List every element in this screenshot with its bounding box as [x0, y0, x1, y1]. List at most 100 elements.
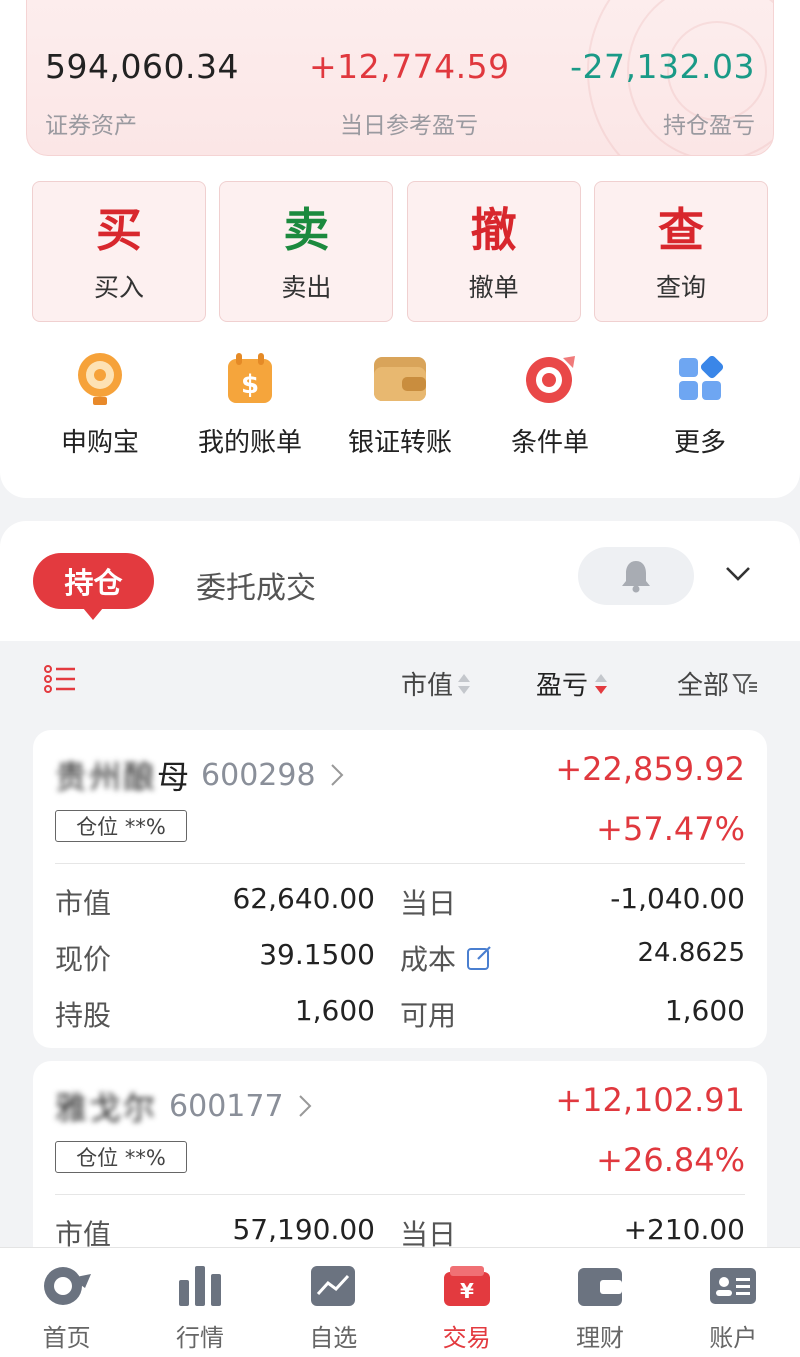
cost-price: 24.8625: [637, 938, 745, 968]
quick-transfer[interactable]: 银证转账: [325, 348, 475, 459]
row-shares: 持股 1,600 可用 1,600: [55, 994, 745, 1034]
chevron-right-icon: [330, 764, 343, 786]
holding-card[interactable]: 贵州酿 母 600298 仓位 **% +22,859.92 +57.47% 市…: [33, 730, 767, 1048]
holding-card[interactable]: 雅戈尔 600177 仓位 **% +12,102.91 +26.84% 市值 …: [33, 1061, 767, 1247]
tab-orders[interactable]: 委托成交: [196, 563, 316, 607]
quick-more-label: 更多: [673, 428, 726, 458]
today-label: 当日: [400, 1218, 457, 1247]
sort-bar: 市值 盈亏 全部: [0, 641, 800, 719]
holding-pl-amount: +12,102.91: [555, 1081, 745, 1119]
query-button[interactable]: 查 查询: [593, 181, 768, 322]
trade-buttons: 买 买入 卖 卖出 撤 撤单 查 查询: [32, 181, 768, 322]
nav-finance-label: 理财: [575, 1324, 624, 1352]
query-label: 查询: [655, 273, 706, 302]
stock-code: 600177: [169, 1088, 284, 1124]
holding-pl-amount: +22,859.92: [555, 750, 745, 788]
top-panel: 594,060.34 证券资产 +12,774.59 当日参考盈亏 -27,13…: [0, 0, 800, 498]
svg-text:$: $: [241, 370, 259, 400]
nav-watchlist[interactable]: 自选: [267, 1248, 400, 1357]
today-label: 当日: [400, 887, 457, 920]
market-value: 62,640.00: [232, 882, 375, 915]
alert-button[interactable]: [578, 547, 694, 605]
sort-arrows-icon: [458, 673, 471, 694]
target-icon: [475, 348, 625, 410]
filter-all[interactable]: 全部: [677, 665, 758, 702]
today-pl: +210.00: [623, 1213, 745, 1246]
holding-name-row[interactable]: 雅戈尔 600177: [55, 1083, 312, 1129]
account-icon: [710, 1268, 757, 1304]
divider: [55, 1194, 745, 1195]
trade-icon: ¥: [443, 1266, 490, 1306]
stock-code: 600298: [201, 757, 316, 793]
list-view-icon[interactable]: [44, 665, 76, 697]
row-market-value: 市值 57,190.00 当日 +210.00: [55, 1213, 745, 1247]
daily-pl-label: 当日参考盈亏: [340, 113, 478, 139]
holding-pl-percent: +26.84%: [596, 1141, 745, 1179]
cancel-glyph: 撤: [470, 203, 517, 257]
quick-more[interactable]: 更多: [625, 348, 775, 459]
available-label: 可用: [400, 999, 457, 1032]
market-value-label: 市值: [55, 1218, 112, 1247]
query-glyph: 查: [657, 203, 704, 257]
sort-pl-label: 盈亏: [536, 671, 589, 701]
market-value: 57,190.00: [232, 1213, 375, 1246]
nav-account-label: 账户: [709, 1324, 758, 1352]
nav-trade[interactable]: ¥ 交易: [400, 1248, 533, 1357]
cost-label-wrap[interactable]: 成本: [400, 938, 492, 978]
price-label: 现价: [55, 943, 112, 976]
nav-market-label: 行情: [175, 1324, 224, 1352]
nav-account[interactable]: 账户: [667, 1248, 800, 1357]
asset-summary-card[interactable]: 594,060.34 证券资产 +12,774.59 当日参考盈亏 -27,13…: [26, 0, 774, 156]
nav-watchlist-label: 自选: [309, 1324, 358, 1352]
quick-condition-order[interactable]: 条件单: [475, 348, 625, 459]
svg-text:¥: ¥: [460, 1279, 474, 1303]
quick-ipo[interactable]: 申购宝: [25, 348, 175, 459]
bottom-nav: 首页 行情 自选 ¥ 交易 理财 账户: [0, 1247, 800, 1357]
cancel-label: 撤单: [468, 273, 519, 302]
sort-pl[interactable]: 盈亏: [536, 665, 610, 702]
edit-icon[interactable]: [466, 945, 492, 971]
nav-home-label: 首页: [42, 1324, 91, 1352]
sell-button[interactable]: 卖 卖出: [219, 181, 394, 322]
quick-actions: 申购宝 $ 我的账单 银证转账 条件单 更多: [25, 348, 775, 459]
holding-name-row[interactable]: 贵州酿 母 600298: [55, 752, 344, 798]
wallet-icon: [325, 348, 475, 410]
position-tabs-bar: 持仓 委托成交: [0, 521, 800, 641]
filter-icon: [732, 673, 758, 694]
quick-bill[interactable]: $ 我的账单: [175, 348, 325, 459]
grid-icon: [625, 348, 775, 410]
nav-home[interactable]: 首页: [0, 1248, 133, 1357]
buy-button[interactable]: 买 买入: [32, 181, 206, 322]
chevron-right-icon: [298, 1095, 311, 1117]
quick-ipo-label: 申购宝: [60, 428, 139, 458]
sort-market-value[interactable]: 市值: [401, 665, 472, 702]
current-price: 39.1500: [259, 938, 375, 971]
buy-glyph: 买: [96, 203, 142, 257]
sort-market-value-label: 市值: [401, 671, 454, 701]
tab-holdings[interactable]: 持仓: [33, 553, 154, 620]
bill-icon: $: [175, 348, 325, 410]
sort-desc-icon: [595, 673, 608, 694]
bulb-icon: [25, 348, 175, 410]
holdings-list[interactable]: 市值 盈亏 全部 贵州酿 母 600298 仓位 **% +22,859.92 …: [0, 641, 800, 1247]
buy-label: 买入: [93, 273, 144, 302]
holding-pl-percent: +57.47%: [596, 810, 745, 848]
securities-assets: 594,060.34 证券资产: [45, 47, 239, 140]
position-badge: 仓位 **%: [55, 1141, 187, 1173]
stock-name-blurred: 贵州酿: [55, 758, 158, 796]
filter-all-label: 全部: [677, 671, 730, 701]
expand-chevron-icon[interactable]: [724, 565, 752, 587]
quick-bill-label: 我的账单: [197, 428, 302, 458]
nav-finance[interactable]: 理财: [533, 1248, 666, 1357]
wallet-icon: [577, 1268, 622, 1306]
cost-label: 成本: [400, 943, 457, 976]
market-value-label: 市值: [55, 887, 112, 920]
shares-label: 持股: [55, 999, 112, 1032]
daily-pl: +12,774.59 当日参考盈亏: [309, 47, 509, 140]
holding-pl: -27,132.03 持仓盈亏: [570, 47, 755, 140]
shares: 1,600: [294, 994, 375, 1027]
sell-label: 卖出: [281, 273, 332, 302]
nav-market[interactable]: 行情: [133, 1248, 266, 1357]
cancel-order-button[interactable]: 撤 撤单: [406, 181, 581, 322]
securities-assets-label: 证券资产: [45, 113, 137, 139]
